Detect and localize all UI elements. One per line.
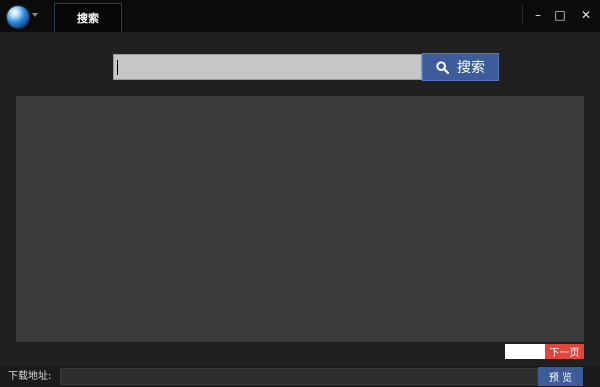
search-icon <box>436 60 449 74</box>
window-controls-divider <box>522 5 523 25</box>
tab-search[interactable]: 搜索 <box>54 3 122 32</box>
search-input[interactable] <box>113 54 422 80</box>
chevron-down-icon[interactable] <box>32 13 38 17</box>
maximize-button[interactable]: □ <box>549 6 571 24</box>
search-button[interactable]: 搜索 <box>422 53 499 81</box>
minimize-button[interactable]: – <box>527 6 549 24</box>
close-button[interactable]: ✕ <box>575 6 597 24</box>
bottom-bar: 下载地址: 预 览 <box>0 366 600 387</box>
globe-icon[interactable] <box>7 6 29 28</box>
next-page-button[interactable]: 下一页 <box>545 344 584 359</box>
download-address-field[interactable] <box>60 368 538 385</box>
text-caret <box>117 60 118 75</box>
preview-button[interactable]: 预 览 <box>538 367 583 386</box>
download-address-label: 下载地址: <box>8 371 52 382</box>
results-panel <box>16 96 584 342</box>
search-button-label: 搜索 <box>457 60 485 76</box>
page-number-input[interactable] <box>505 344 545 359</box>
title-bar: 搜索 – □ ✕ <box>0 0 600 33</box>
